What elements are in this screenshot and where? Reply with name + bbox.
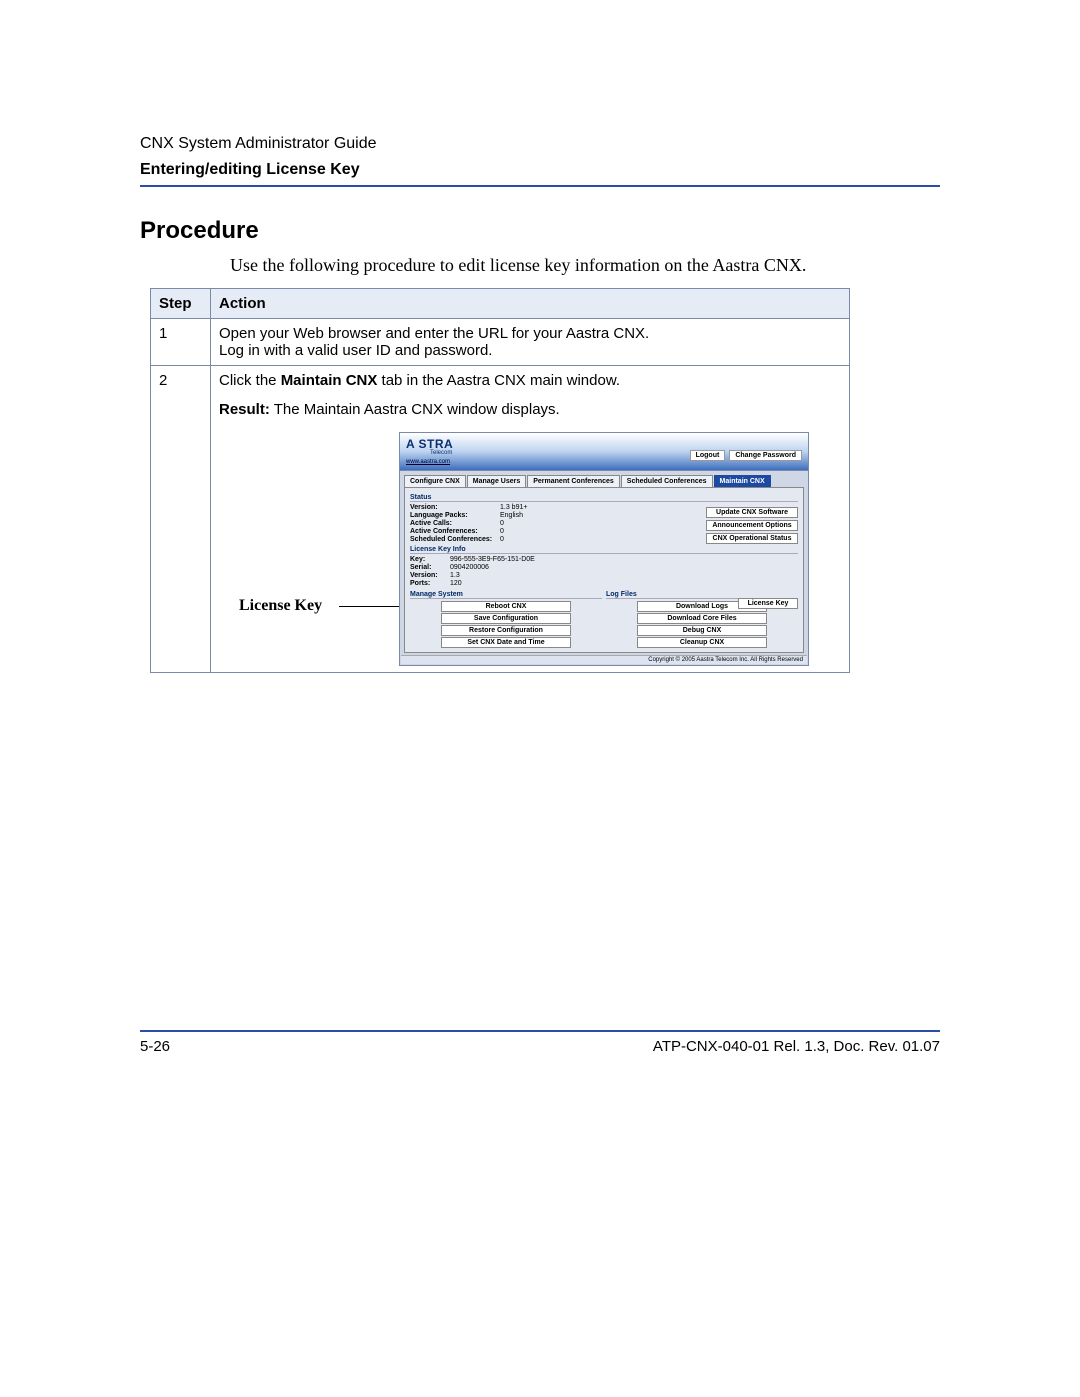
step-action: Click the Maintain CNX tab in the Aastra… <box>211 366 850 673</box>
step1-line1: Open your Web browser and enter the URL … <box>219 325 649 342</box>
cnx-window: A STRA Telecom www.aastra.com Logout Cha… <box>399 432 809 666</box>
announcement-options-button[interactable]: Announcement Options <box>706 520 798 531</box>
tab-permanent-conferences[interactable]: Permanent Conferences <box>527 475 620 487</box>
status-version-label: Version: <box>410 504 500 511</box>
license-key-value: 996-555-3E9-F65-151-D0E <box>450 556 535 563</box>
procedure-heading: Procedure <box>140 217 940 245</box>
tab-manage-users[interactable]: Manage Users <box>467 475 526 487</box>
table-row: 1 Open your Web browser and enter the UR… <box>151 319 850 366</box>
procedure-intro: Use the following procedure to edit lice… <box>230 255 940 276</box>
screenshot-container: License Key A STRA Telecom www.aastra.co… <box>219 432 841 666</box>
result-label: Result: <box>219 401 270 418</box>
license-version-value: 1.3 <box>450 572 460 579</box>
save-configuration-button[interactable]: Save Configuration <box>441 613 571 624</box>
cnx-operational-status-button[interactable]: CNX Operational Status <box>706 533 798 544</box>
doc-reference: ATP-CNX-040-01 Rel. 1.3, Doc. Rev. 01.07 <box>653 1038 940 1055</box>
tab-maintain-cnx[interactable]: Maintain CNX <box>714 475 771 487</box>
manage-system-label: Manage System <box>410 591 602 599</box>
cleanup-cnx-button[interactable]: Cleanup CNX <box>637 637 767 648</box>
change-password-button[interactable]: Change Password <box>729 450 802 461</box>
logout-button[interactable]: Logout <box>690 450 726 461</box>
status-version-value: 1.3 b91+ <box>500 504 527 511</box>
status-calls-label: Active Calls: <box>410 520 500 527</box>
status-sched-label: Scheduled Conferences: <box>410 536 500 543</box>
restore-configuration-button[interactable]: Restore Configuration <box>441 625 571 636</box>
debug-cnx-button[interactable]: Debug CNX <box>637 625 767 636</box>
step1-line2: Log in with a valid user ID and password… <box>219 342 492 359</box>
reboot-cnx-button[interactable]: Reboot CNX <box>441 601 571 612</box>
update-cnx-software-button[interactable]: Update CNX Software <box>706 507 798 518</box>
step-number: 2 <box>151 366 211 673</box>
step2-suffix: tab in the Aastra CNX main window. <box>377 372 620 389</box>
set-date-time-button[interactable]: Set CNX Date and Time <box>441 637 571 648</box>
step2-prefix: Click the <box>219 372 281 389</box>
status-section-label: Status <box>410 494 798 502</box>
page-footer: 5-26 ATP-CNX-040-01 Rel. 1.3, Doc. Rev. … <box>140 1030 940 1055</box>
step-action: Open your Web browser and enter the URL … <box>211 319 850 366</box>
step-number: 1 <box>151 319 211 366</box>
status-lang-label: Language Packs: <box>410 512 500 519</box>
footer-divider <box>140 1030 940 1032</box>
header-divider <box>140 185 940 187</box>
download-core-files-button[interactable]: Download Core Files <box>637 613 767 624</box>
license-ports-value: 120 <box>450 580 462 587</box>
license-ports-label: Ports: <box>410 580 450 587</box>
right-button-stack: Update CNX Software Announcement Options… <box>706 507 798 544</box>
status-conf-label: Active Conferences: <box>410 528 500 535</box>
aastra-link[interactable]: www.aastra.com <box>406 459 450 465</box>
status-lang-value: English <box>500 512 523 519</box>
license-key-button[interactable]: License Key <box>738 598 798 609</box>
license-serial-value: 0904200006 <box>450 564 489 571</box>
step2-bold: Maintain CNX <box>281 372 378 389</box>
result-text: The Maintain Aastra CNX window displays. <box>270 401 560 418</box>
doc-guide-title: CNX System Administrator Guide <box>140 135 940 153</box>
doc-section-title: Entering/editing License Key <box>140 161 940 179</box>
license-section-label: License Key Info <box>410 546 798 554</box>
status-conf-value: 0 <box>500 528 504 535</box>
tab-configure-cnx[interactable]: Configure CNX <box>404 475 466 487</box>
tab-scheduled-conferences[interactable]: Scheduled Conferences <box>621 475 713 487</box>
cnx-copyright: Copyright © 2005 Aastra Telecom Inc. All… <box>401 655 807 664</box>
tab-bar: Configure CNX Manage Users Permanent Con… <box>404 475 804 487</box>
aastra-logo: A STRA <box>406 437 453 451</box>
license-version-label: Version: <box>410 572 450 579</box>
aastra-logo-sub: Telecom <box>430 450 452 456</box>
table-row: 2 Click the Maintain CNX tab in the Aast… <box>151 366 850 673</box>
procedure-table: Step Action 1 Open your Web browser and … <box>150 288 850 673</box>
license-key-label: Key: <box>410 556 450 563</box>
callout-label: License Key <box>239 597 322 615</box>
table-head-step: Step <box>151 289 211 319</box>
status-calls-value: 0 <box>500 520 504 527</box>
status-sched-value: 0 <box>500 536 504 543</box>
table-head-action: Action <box>211 289 850 319</box>
page-number: 5-26 <box>140 1038 170 1055</box>
license-serial-label: Serial: <box>410 564 450 571</box>
cnx-banner: A STRA Telecom www.aastra.com Logout Cha… <box>400 433 808 471</box>
document-page: CNX System Administrator Guide Entering/… <box>140 135 940 673</box>
